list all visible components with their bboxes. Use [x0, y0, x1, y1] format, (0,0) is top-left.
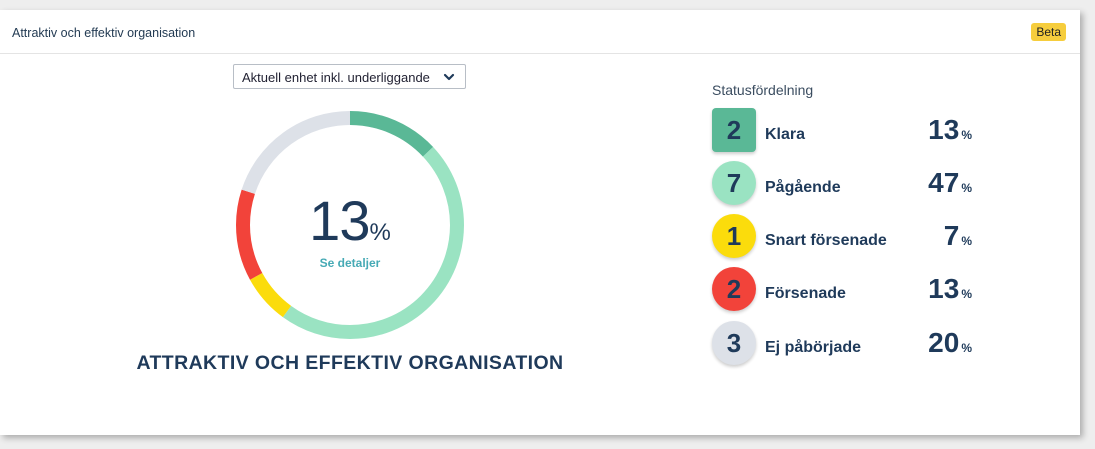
status-count: 3	[726, 327, 742, 358]
completion-unit: %	[369, 219, 391, 246]
status-label: Försenade	[765, 285, 846, 302]
status-percent: 7%	[944, 220, 972, 252]
status-percent-value: 20	[928, 327, 960, 358]
status-percent: 47%	[928, 167, 972, 199]
status-count: 7	[726, 167, 742, 198]
status-distribution-heading: Statusfördelning	[712, 82, 814, 98]
status-count-badge: 2	[712, 267, 756, 311]
widget-title: Attraktiv och effektiv organisation	[12, 26, 196, 40]
status-count-badge: 1	[712, 214, 756, 258]
status-percent-value: 7	[943, 220, 960, 251]
status-percent: 20%	[928, 327, 972, 359]
status-percent-unit: %	[961, 234, 972, 248]
status-percent-value: 47	[928, 167, 960, 198]
status-count-badge: 7	[712, 161, 756, 205]
status-count: 1	[726, 220, 742, 251]
status-count-badge: 3	[712, 321, 756, 365]
status-row-klara: 2 Klara 13%	[712, 108, 982, 154]
status-count: 2	[726, 114, 742, 145]
status-percent: 13%	[928, 114, 972, 146]
status-percent-unit: %	[961, 287, 972, 301]
beta-badge: Beta	[1031, 23, 1066, 41]
status-percent-unit: %	[961, 128, 972, 142]
status-label: Klara	[765, 126, 806, 143]
status-percent-unit: %	[961, 341, 972, 355]
chevron-down-icon	[443, 73, 455, 81]
status-label: Ej påbörjade	[765, 339, 862, 356]
status-label: Pågående	[765, 179, 841, 196]
status-count-badge: 2	[712, 108, 756, 152]
unit-filter-value: Aktuell enhet inkl. underliggande	[242, 70, 430, 85]
status-row-snart-forsenade: 1 Snart försenade 7%	[712, 214, 982, 260]
goal-title: ATTRAKTIV OCH EFFEKTIV ORGANISATION	[136, 352, 564, 374]
status-row-ej-paborjade: 3 Ej påbörjade 20%	[712, 321, 982, 367]
status-row-forsenade: 2 Försenade 13%	[712, 267, 982, 313]
see-details-link[interactable]: Se detaljer	[230, 256, 470, 270]
status-count: 2	[726, 273, 742, 304]
completion-value: 13	[309, 189, 370, 252]
status-label: Snart försenade	[765, 232, 887, 249]
status-percent-unit: %	[961, 181, 972, 195]
widget-card: Attraktiv och effektiv organisation Beta…	[0, 10, 1080, 435]
status-percent-value: 13	[928, 114, 960, 145]
unit-filter-select[interactable]: Aktuell enhet inkl. underliggande	[233, 64, 466, 89]
widget-header: Attraktiv och effektiv organisation Beta	[0, 10, 1080, 54]
status-percent: 13%	[928, 273, 972, 305]
status-row-pagaende: 7 Pågående 47%	[712, 161, 982, 207]
completion-percentage: 13%	[230, 188, 470, 253]
status-percent-value: 13	[928, 273, 960, 304]
